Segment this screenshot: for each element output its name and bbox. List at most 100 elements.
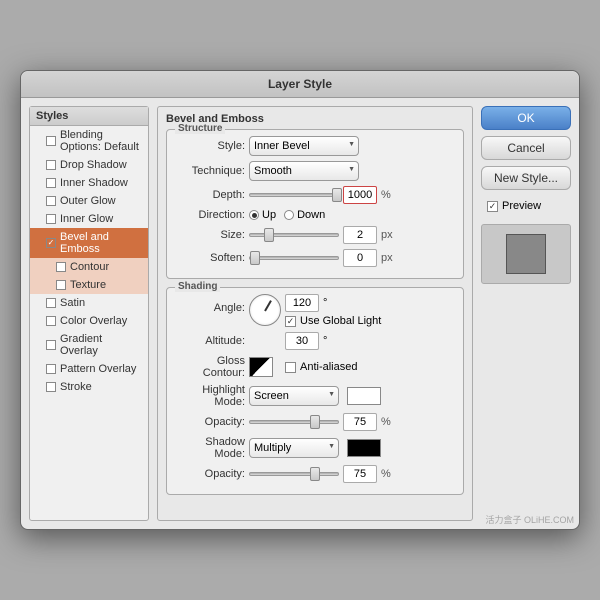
highlight-mode-row: Highlight Mode: Screen <box>175 384 455 408</box>
gradient-overlay-checkbox[interactable] <box>46 340 56 350</box>
sidebar-item-satin[interactable]: Satin <box>30 294 148 312</box>
inner-glow-checkbox[interactable] <box>46 214 56 224</box>
structure-label: Structure <box>175 123 225 134</box>
sidebar-item-outer-glow[interactable]: Outer Glow <box>30 192 148 210</box>
sidebar-item-stroke[interactable]: Stroke <box>30 378 148 396</box>
depth-input[interactable] <box>343 186 377 204</box>
soften-slider[interactable] <box>249 256 339 260</box>
sidebar-item-blending[interactable]: Blending Options: Default <box>30 126 148 156</box>
shadow-color-swatch[interactable] <box>347 439 381 457</box>
size-thumb[interactable] <box>264 228 274 242</box>
angle-dial[interactable] <box>249 294 281 326</box>
ok-button[interactable]: OK <box>481 106 571 130</box>
global-light-row: Use Global Light <box>285 315 381 327</box>
preview-box <box>481 224 571 284</box>
direction-down-radio[interactable] <box>284 210 294 220</box>
shadow-mode-select[interactable]: Multiply <box>249 438 339 458</box>
highlight-color-swatch[interactable] <box>347 387 381 405</box>
depth-thumb[interactable] <box>332 188 342 202</box>
sidebar-item-texture[interactable]: Texture <box>30 276 148 294</box>
sidebar-item-color-overlay[interactable]: Color Overlay <box>30 312 148 330</box>
new-style-button[interactable]: New Style... <box>481 166 571 190</box>
anti-aliased-label: Anti-aliased <box>300 361 357 373</box>
style-select-wrapper: Inner Bevel <box>249 136 359 156</box>
sidebar-item-inner-glow[interactable]: Inner Glow <box>30 210 148 228</box>
anti-aliased-row: Anti-aliased <box>285 361 357 373</box>
sidebar-header: Styles <box>30 107 148 126</box>
anti-aliased-checkbox[interactable] <box>285 362 296 373</box>
direction-up-label: Up <box>262 209 276 221</box>
technique-label: Technique: <box>175 165 245 177</box>
altitude-input[interactable] <box>285 332 319 350</box>
outer-glow-checkbox[interactable] <box>46 196 56 206</box>
shadow-opacity-unit: % <box>381 468 391 480</box>
main-panel: Bevel and Emboss Structure Style: Inner … <box>157 106 473 521</box>
preview-swatch <box>506 234 546 274</box>
highlight-opacity-label: Opacity: <box>175 416 245 428</box>
gloss-contour-row: Gloss Contour: Anti-aliased <box>175 355 455 379</box>
soften-thumb[interactable] <box>250 251 260 265</box>
global-light-label: Use Global Light <box>300 315 381 327</box>
highlight-mode-label: Highlight Mode: <box>175 384 245 408</box>
highlight-opacity-input[interactable] <box>343 413 377 431</box>
highlight-opacity-slider[interactable] <box>249 420 339 424</box>
depth-unit: % <box>381 189 391 201</box>
altitude-label: Altitude: <box>175 335 245 347</box>
style-select[interactable]: Inner Bevel <box>249 136 359 156</box>
pattern-overlay-checkbox[interactable] <box>46 364 56 374</box>
size-label: Size: <box>175 229 245 241</box>
sidebar-item-bevel-emboss[interactable]: Bevel and Emboss <box>30 228 148 258</box>
depth-row: Depth: % <box>175 186 455 204</box>
bevel-emboss-checkbox[interactable] <box>46 238 56 248</box>
gloss-contour-label: Gloss Contour: <box>175 355 245 379</box>
global-light-checkbox[interactable] <box>285 316 296 327</box>
angle-unit: ° <box>323 297 327 309</box>
texture-checkbox[interactable] <box>56 280 66 290</box>
direction-down-item[interactable]: Down <box>284 209 325 221</box>
soften-unit: px <box>381 252 393 264</box>
preview-checkbox[interactable] <box>487 201 498 212</box>
altitude-unit: ° <box>323 335 327 347</box>
sidebar-item-gradient-overlay[interactable]: Gradient Overlay <box>30 330 148 360</box>
size-unit: px <box>381 229 393 241</box>
direction-up-radio[interactable] <box>249 210 259 220</box>
satin-checkbox[interactable] <box>46 298 56 308</box>
sidebar-item-pattern-overlay[interactable]: Pattern Overlay <box>30 360 148 378</box>
stroke-checkbox[interactable] <box>46 382 56 392</box>
shadow-mode-label: Shadow Mode: <box>175 436 245 460</box>
depth-slider[interactable] <box>249 193 339 197</box>
soften-input[interactable] <box>343 249 377 267</box>
size-input[interactable] <box>343 226 377 244</box>
color-overlay-checkbox[interactable] <box>46 316 56 326</box>
right-panel: OK Cancel New Style... Preview <box>481 106 571 521</box>
size-slider[interactable] <box>249 233 339 237</box>
highlight-mode-select[interactable]: Screen <box>249 386 339 406</box>
soften-label: Soften: <box>175 252 245 264</box>
direction-label: Direction: <box>175 209 245 221</box>
depth-label: Depth: <box>175 189 245 201</box>
sidebar-item-contour[interactable]: Contour <box>30 258 148 276</box>
blending-checkbox[interactable] <box>46 136 56 146</box>
shadow-opacity-slider[interactable] <box>249 472 339 476</box>
gloss-contour-preview[interactable] <box>249 357 273 377</box>
direction-up-item[interactable]: Up <box>249 209 276 221</box>
direction-row: Direction: Up Down <box>175 209 455 221</box>
direction-down-label: Down <box>297 209 325 221</box>
highlight-opacity-unit: % <box>381 416 391 428</box>
contour-checkbox[interactable] <box>56 262 66 272</box>
technique-select-wrapper: Smooth <box>249 161 359 181</box>
highlight-mode-select-wrapper: Screen <box>249 386 339 406</box>
sidebar-item-drop-shadow[interactable]: Drop Shadow <box>30 156 148 174</box>
technique-select[interactable]: Smooth <box>249 161 359 181</box>
shadow-opacity-input[interactable] <box>343 465 377 483</box>
inner-shadow-checkbox[interactable] <box>46 178 56 188</box>
sidebar-item-inner-shadow[interactable]: Inner Shadow <box>30 174 148 192</box>
preview-label: Preview <box>502 200 541 212</box>
highlight-opacity-row: Opacity: % <box>175 413 455 431</box>
shadow-opacity-thumb[interactable] <box>310 467 320 481</box>
angle-input[interactable] <box>285 294 319 312</box>
cancel-button[interactable]: Cancel <box>481 136 571 160</box>
technique-row: Technique: Smooth <box>175 161 455 181</box>
drop-shadow-checkbox[interactable] <box>46 160 56 170</box>
highlight-opacity-thumb[interactable] <box>310 415 320 429</box>
